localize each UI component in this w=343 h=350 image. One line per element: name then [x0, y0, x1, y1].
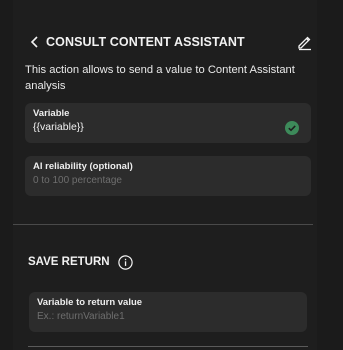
page-title: CONSULT CONTENT ASSISTANT	[46, 35, 245, 49]
save-return-header: SAVE RETURN	[28, 254, 133, 270]
return-variable-field[interactable]: Variable to return value Ex.: returnVari…	[29, 292, 307, 332]
chevron-left-icon[interactable]	[28, 35, 42, 49]
ai-reliability-label: AI reliability (optional)	[33, 161, 133, 172]
ai-reliability-input[interactable]: 0 to 100 percentage	[33, 175, 122, 186]
section-divider	[13, 224, 313, 225]
variable-field[interactable]: Variable {{variable}}	[25, 103, 311, 143]
action-description: This action allows to send a value to Co…	[25, 64, 295, 92]
variable-value[interactable]: {{variable}}	[33, 121, 84, 133]
return-variable-label: Variable to return value	[37, 297, 143, 308]
ai-reliability-field[interactable]: AI reliability (optional) 0 to 100 perce…	[25, 156, 311, 196]
info-icon[interactable]	[117, 254, 133, 270]
variable-label: Variable	[33, 108, 70, 119]
save-return-title: SAVE RETURN	[28, 256, 110, 268]
check-circle-icon	[285, 121, 299, 135]
bottom-divider	[28, 346, 308, 347]
return-variable-input[interactable]: Ex.: returnVariable1	[37, 311, 125, 322]
pencil-icon[interactable]	[296, 33, 314, 51]
panel-header: CONSULT CONTENT ASSISTANT	[28, 33, 314, 51]
